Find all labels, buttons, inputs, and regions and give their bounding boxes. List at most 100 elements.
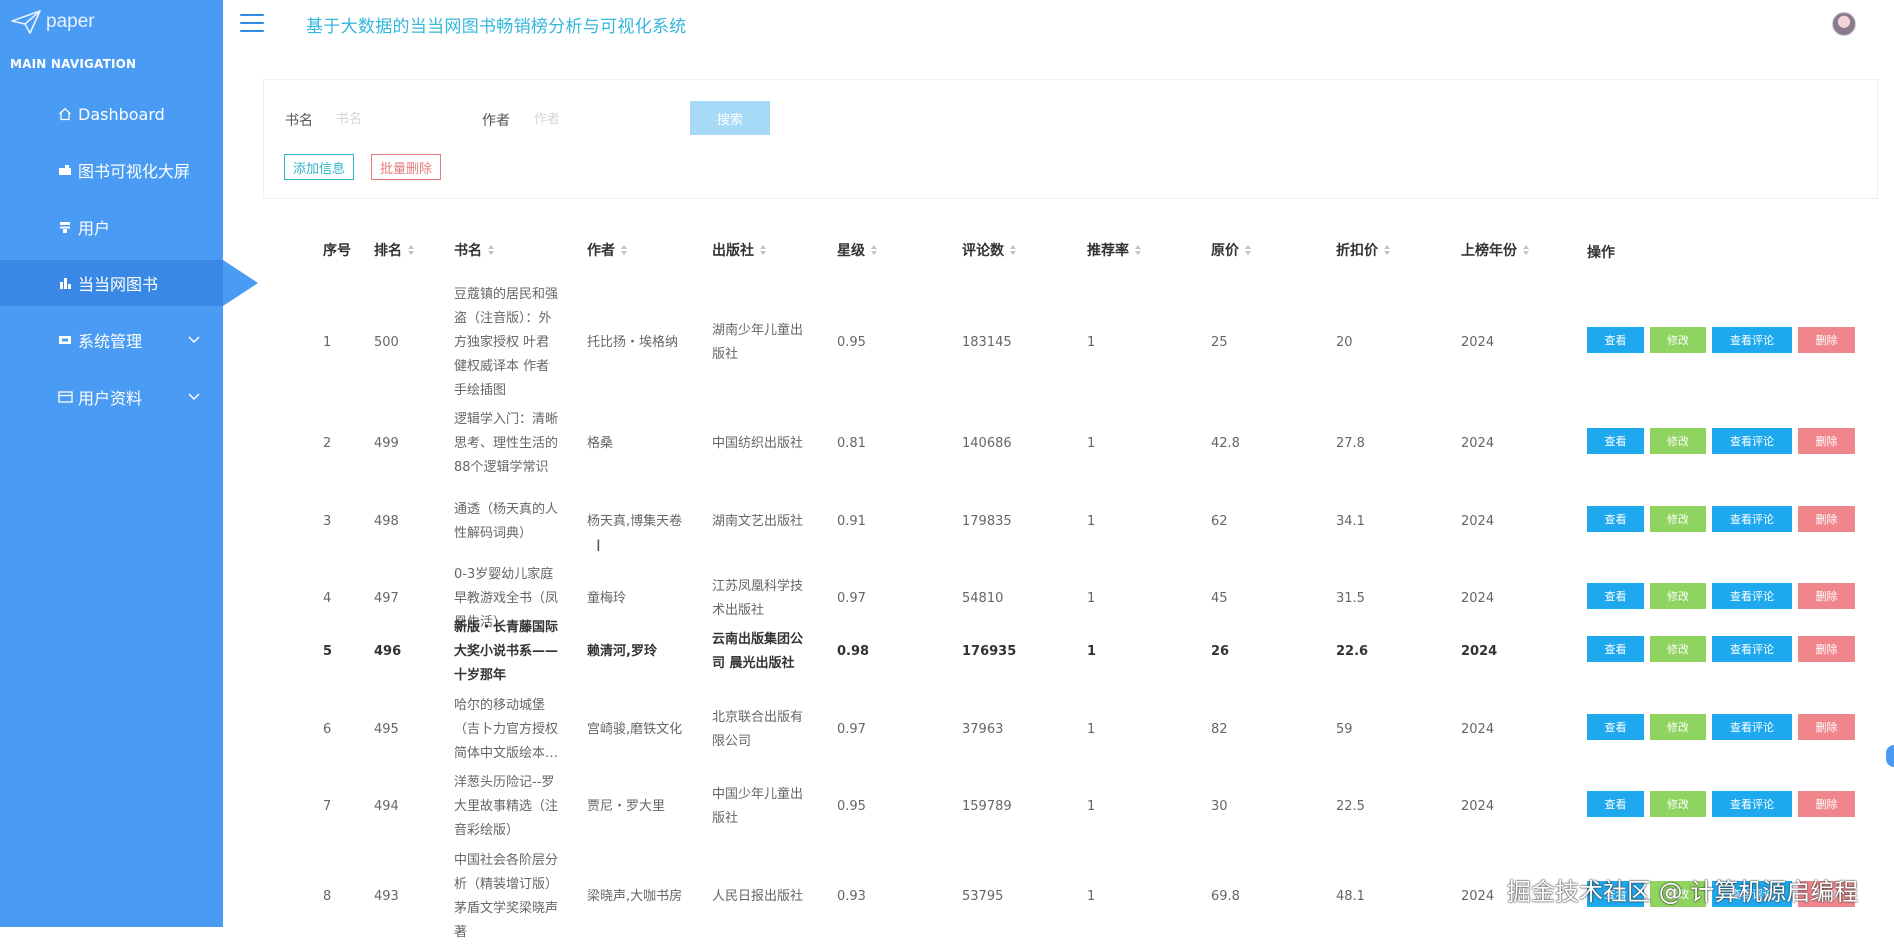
cell-line: 洋葱头历险记--罗 xyxy=(454,775,555,790)
column-header-author[interactable]: 作者 xyxy=(587,240,627,260)
cell-no: 6 xyxy=(323,722,332,737)
title-search-input[interactable] xyxy=(336,106,476,132)
sidebar-item-visual-screen[interactable]: 图书可视化大屏 xyxy=(0,147,223,193)
cell-line: 著 xyxy=(454,925,468,940)
view-comments-button[interactable]: 查看评论 xyxy=(1712,428,1792,454)
edit-button[interactable]: 修改 xyxy=(1650,327,1706,353)
delete-button[interactable]: 删除 xyxy=(1798,583,1855,609)
edit-button[interactable]: 修改 xyxy=(1650,506,1706,532)
scroll-handle[interactable] xyxy=(1886,745,1894,767)
cell-line: 新版・长青藤国际 xyxy=(454,620,559,635)
sort-icon[interactable] xyxy=(1523,245,1529,255)
column-header-title[interactable]: 书名 xyxy=(454,240,494,260)
cell-price: 62 xyxy=(1211,514,1228,529)
edit-button[interactable]: 修改 xyxy=(1650,428,1706,454)
view-button[interactable]: 查看 xyxy=(1587,714,1644,740)
view-comments-button[interactable]: 查看评论 xyxy=(1712,714,1792,740)
paper-plane-icon xyxy=(11,10,41,34)
column-header-stars[interactable]: 星级 xyxy=(837,240,877,260)
cell-line: 限公司 xyxy=(712,734,752,749)
column-header-price[interactable]: 原价 xyxy=(1211,240,1251,260)
view-comments-button[interactable]: 查看评论 xyxy=(1712,636,1792,662)
view-comments-button[interactable]: 查看评论 xyxy=(1712,506,1792,532)
sort-icon[interactable] xyxy=(760,245,766,255)
column-header-year[interactable]: 上榜年份 xyxy=(1461,240,1529,260)
cell-line: 0-3岁婴幼儿家庭 xyxy=(454,567,554,582)
brand-logo[interactable]: paper xyxy=(10,6,95,38)
sidebar-item-dashboard[interactable]: Dashboard xyxy=(0,91,223,137)
cell-line: 88个逻辑学常识 xyxy=(454,460,549,475)
column-header-rank[interactable]: 排名 xyxy=(374,240,414,260)
view-button[interactable]: 查看 xyxy=(1587,791,1644,817)
cell-line: 赖清河,罗玲 xyxy=(587,644,657,659)
view-button[interactable]: 查看 xyxy=(1587,636,1644,662)
cell-author: 赖清河,罗玲 xyxy=(587,640,657,664)
view-comments-button[interactable]: 查看评论 xyxy=(1712,583,1792,609)
sidebar-item-profile[interactable]: 用户资料 xyxy=(0,374,223,420)
delete-button[interactable]: 删除 xyxy=(1798,714,1855,740)
column-header-discount[interactable]: 折扣价 xyxy=(1336,240,1390,260)
home-icon xyxy=(56,107,74,121)
watermark: 掘金技术社区 @ 计算机源启编程 xyxy=(1507,878,1859,906)
column-header-label: 原价 xyxy=(1211,243,1239,259)
sort-icon[interactable] xyxy=(488,245,494,255)
cell-stars: 0.98 xyxy=(837,644,870,659)
cell-line: 中国纺织出版社 xyxy=(712,436,804,451)
cell-line: 盗（注音版）：外 xyxy=(454,311,552,326)
delete-button[interactable]: 删除 xyxy=(1798,636,1855,662)
edit-button[interactable]: 修改 xyxy=(1650,714,1706,740)
sidebar-item-label: Dashboard xyxy=(78,104,165,124)
sidebar-item-users[interactable]: 用户 xyxy=(0,204,223,250)
cell-price: 82 xyxy=(1211,722,1228,737)
sort-icon[interactable] xyxy=(1245,245,1251,255)
cell-line: 江苏凤凰科学技 xyxy=(712,579,804,594)
sort-icon[interactable] xyxy=(871,245,877,255)
sort-icon[interactable] xyxy=(621,245,627,255)
edit-button[interactable]: 修改 xyxy=(1650,636,1706,662)
cell-year: 2024 xyxy=(1461,889,1495,904)
delete-button[interactable]: 删除 xyxy=(1798,327,1855,353)
menu-toggle-icon[interactable] xyxy=(240,14,264,32)
view-button[interactable]: 查看 xyxy=(1587,428,1644,454)
cell-line: 杨天真,博集天卷 xyxy=(587,514,683,529)
column-header-comments[interactable]: 评论数 xyxy=(962,240,1016,260)
sidebar-item-system[interactable]: 系统管理 xyxy=(0,317,223,363)
author-search-label: 作者 xyxy=(482,113,510,129)
avatar[interactable] xyxy=(1832,12,1856,36)
cell-year: 2024 xyxy=(1461,436,1495,451)
view-button[interactable]: 查看 xyxy=(1587,327,1644,353)
cell-title: 洋葱头历险记--罗 大里故事精选（注 音彩绘版） xyxy=(454,771,558,843)
batch-delete-button[interactable]: 批量删除 xyxy=(371,154,442,180)
cell-no: 2 xyxy=(323,436,332,451)
sort-icon[interactable] xyxy=(1135,245,1141,255)
column-header-publisher[interactable]: 出版社 xyxy=(712,240,766,260)
delete-button[interactable]: 删除 xyxy=(1798,791,1855,817)
search-button[interactable]: 搜索 xyxy=(690,101,770,135)
sidebar-item-dangdang-books[interactable]: 当当网图书 xyxy=(0,260,223,306)
column-header-recommend-rate[interactable]: 推荐率 xyxy=(1087,240,1141,260)
edit-button[interactable]: 修改 xyxy=(1650,583,1706,609)
cell-rank: 500 xyxy=(374,335,399,350)
cell-stars: 0.93 xyxy=(837,889,866,904)
delete-button[interactable]: 删除 xyxy=(1798,506,1855,532)
sort-icon[interactable] xyxy=(408,245,414,255)
view-button[interactable]: 查看 xyxy=(1587,583,1644,609)
row-actions: 查看 修改 查看评论 删除 xyxy=(1587,714,1855,740)
sort-icon[interactable] xyxy=(1010,245,1016,255)
view-comments-button[interactable]: 查看评论 xyxy=(1712,327,1792,353)
add-info-button[interactable]: 添加信息 xyxy=(284,154,355,180)
view-button[interactable]: 查看 xyxy=(1587,506,1644,532)
view-comments-button[interactable]: 查看评论 xyxy=(1712,791,1792,817)
settings-icon xyxy=(56,335,74,345)
cell-discount: 31.5 xyxy=(1336,591,1365,606)
title-search-label: 书名 xyxy=(285,113,313,129)
chevron-down-icon[interactable] xyxy=(187,332,201,346)
text-cursor-icon: I xyxy=(596,536,601,555)
author-search-input[interactable] xyxy=(534,106,674,132)
cell-line: 术出版社 xyxy=(712,603,765,618)
chevron-down-icon[interactable] xyxy=(187,389,201,403)
edit-button[interactable]: 修改 xyxy=(1650,791,1706,817)
delete-button[interactable]: 删除 xyxy=(1798,428,1855,454)
sort-icon[interactable] xyxy=(1384,245,1390,255)
column-header-no: 序号 xyxy=(323,240,351,260)
